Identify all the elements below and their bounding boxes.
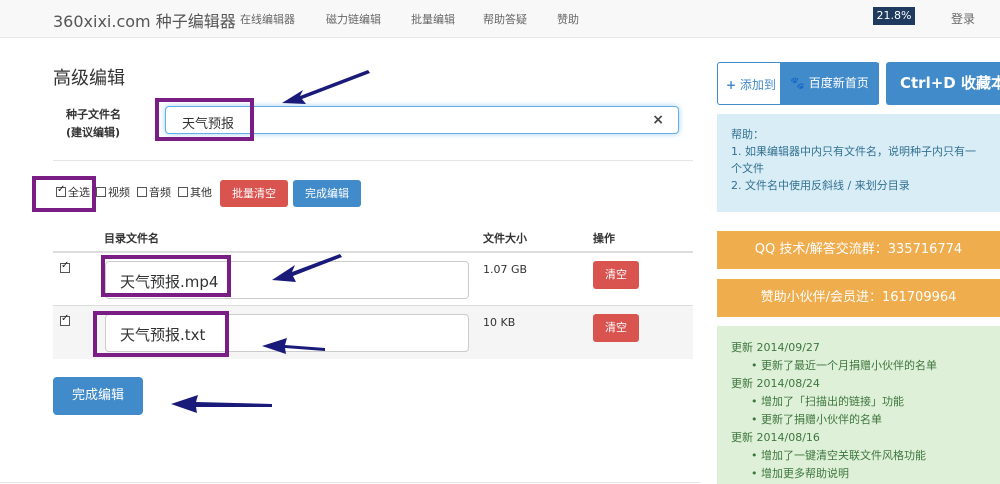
help-line: 1. 如果编辑器中内只有文件名，说明种子内只有一个文件 <box>731 145 976 175</box>
bookmark-button[interactable]: Ctrl+D 收藏本站 <box>886 62 1000 105</box>
footer-divider <box>0 482 700 483</box>
help-panel: 帮助： 1. 如果编辑器中内只有文件名，说明种子内只有一个文件 2. 文件名中使… <box>717 114 1000 212</box>
changelog-date: 更新 2014/08/16 <box>731 431 820 444</box>
changelog-panel: 更新 2014/09/27 更新了最近一个月捐赠小伙伴的名单 更新 2014/0… <box>717 326 1000 484</box>
help-line: 2. 文件名中使用反斜线 / 来划分目录 <box>731 179 910 192</box>
changelog-date: 更新 2014/08/24 <box>731 377 820 390</box>
arrow-icon <box>171 70 370 413</box>
plus-icon: + <box>726 78 737 92</box>
changelog-item: 增加更多帮助说明 <box>731 465 986 483</box>
add-to-baidu-widget[interactable]: + 添加到 🐾 百度新首页 <box>717 62 879 105</box>
changelog-item: 增加了「扫描出的链接」功能 <box>731 393 986 411</box>
baidu-home-button[interactable]: 🐾 百度新首页 <box>780 63 879 104</box>
add-to-label: + 添加到 <box>726 78 776 92</box>
changelog-date: 更新 2014/09/27 <box>731 341 820 354</box>
paw-icon: 🐾 <box>790 76 805 90</box>
help-title: 帮助： <box>731 128 764 141</box>
changelog-item: 更新了捐赠小伙伴的名单 <box>731 411 986 429</box>
changelog-item: 更新了最近一个月捐赠小伙伴的名单 <box>731 357 986 375</box>
sponsor-banner[interactable]: 赞助小伙伴/会员进：161709964 <box>717 279 1000 317</box>
qq-group-banner[interactable]: QQ 技术/解答交流群：335716774 <box>717 231 1000 269</box>
changelog-item: 增加了一键清空关联文件风格功能 <box>731 447 986 465</box>
